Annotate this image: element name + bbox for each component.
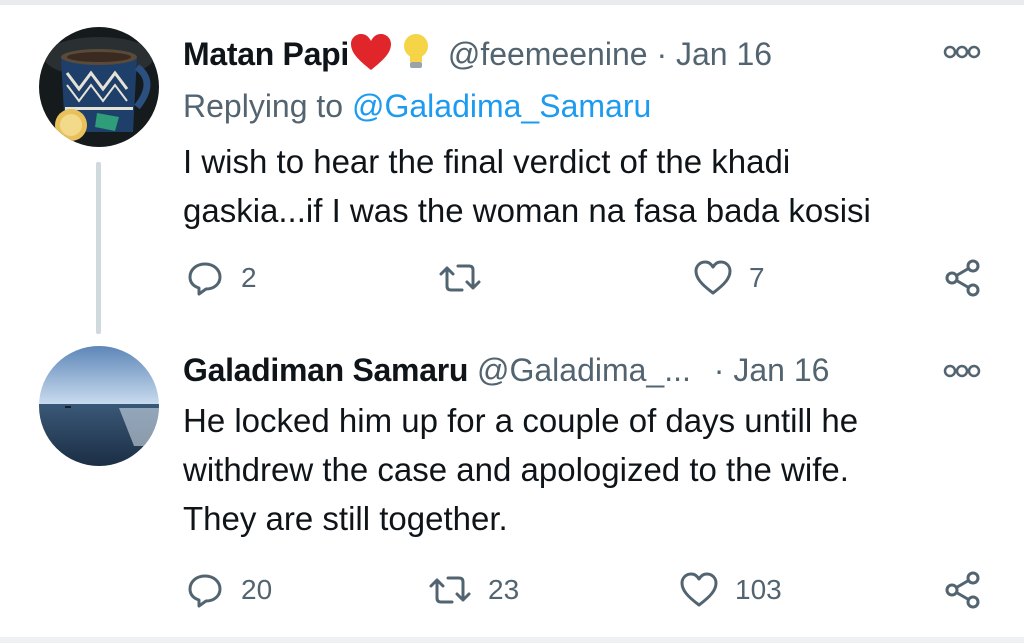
tweet-text-line: I wish to hear the final verdict of the … <box>183 143 791 180</box>
tweet-text: He locked him up for a couple of days un… <box>183 396 983 543</box>
retweet-count: 23 <box>488 574 520 605</box>
reply-count: 20 <box>241 574 273 605</box>
share-button[interactable] <box>943 566 983 614</box>
more-options-icon[interactable] <box>942 42 982 62</box>
tweet-text-line: He locked him up for a couple of days un… <box>183 402 859 439</box>
reply-button[interactable]: 20 <box>185 566 272 614</box>
like-button[interactable]: 103 <box>679 566 782 614</box>
tweet-text-line: gaskia...if I was the woman na fasa bada… <box>183 192 871 229</box>
like-button[interactable]: 7 <box>693 254 765 302</box>
user-handle[interactable]: @Galadima_... <box>477 352 691 388</box>
reply-button[interactable]: 2 <box>185 254 257 302</box>
tweet-header: Galadiman Samaru @Galadima_... · Jan 16 <box>183 350 829 390</box>
replying-to-line: Replying to @Galadima_Samaru <box>183 86 651 126</box>
bottom-divider <box>0 637 1024 643</box>
avatar[interactable] <box>39 346 159 466</box>
tweet-date[interactable]: Jan 16 <box>733 352 829 388</box>
replying-prefix: Replying to <box>183 88 344 124</box>
red-heart-icon <box>349 32 393 81</box>
reply-icon <box>185 258 225 298</box>
share-icon <box>943 570 983 610</box>
avatar[interactable] <box>39 27 159 147</box>
reply-mention-link[interactable]: @Galadima_Samaru <box>352 88 651 124</box>
like-icon <box>679 570 719 610</box>
tweet-header: Matan Papi @feemeenine · Jan 16 <box>183 32 772 72</box>
retweet-button[interactable] <box>438 254 498 302</box>
retweet-icon <box>438 258 482 298</box>
light-bulb-icon <box>401 32 431 81</box>
action-bar: 20 23 103 <box>183 566 983 614</box>
separator-dot: · <box>713 352 725 388</box>
tweet-text-line: They are still together. <box>183 500 508 537</box>
like-count: 103 <box>735 574 782 605</box>
tweet-text: I wish to hear the final verdict of the … <box>183 137 983 235</box>
reply-count: 2 <box>241 262 257 293</box>
display-name[interactable]: Matan Papi <box>183 36 349 72</box>
retweet-icon <box>428 570 472 610</box>
user-handle[interactable]: @feemeenine <box>448 36 648 72</box>
action-bar: 2 7 <box>183 254 983 302</box>
retweet-button[interactable]: 23 <box>428 566 519 614</box>
more-options-icon[interactable] <box>942 361 982 381</box>
like-count: 7 <box>749 262 765 293</box>
tweet-item[interactable]: Matan Papi @feemeenine · Jan 16 Replying… <box>0 0 1024 340</box>
like-icon <box>693 258 733 298</box>
separator-dot: · <box>656 35 668 72</box>
share-icon <box>943 258 983 298</box>
tweet-date[interactable]: Jan 16 <box>676 36 772 72</box>
reply-icon <box>185 570 225 610</box>
thread-connector-line <box>96 162 101 334</box>
tweet-text-line: withdrew the case and apologized to the … <box>183 451 849 488</box>
share-button[interactable] <box>943 254 983 302</box>
display-name[interactable]: Galadiman Samaru <box>183 352 468 388</box>
tweet-item[interactable]: Galadiman Samaru @Galadima_... · Jan 16 … <box>0 340 1024 637</box>
